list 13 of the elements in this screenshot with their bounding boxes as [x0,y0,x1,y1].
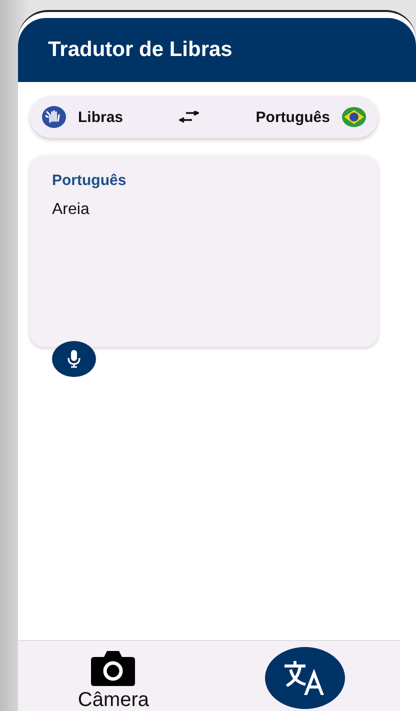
microphone-button[interactable] [52,341,96,377]
microphone-icon [67,350,81,368]
camera-icon [90,648,136,686]
camera-tab[interactable]: Câmera [68,642,160,711]
target-language[interactable]: Português [256,108,330,126]
translate-icon [284,661,326,695]
app-title: Tradutor de Libras [48,38,232,62]
hand-sign-icon [42,106,66,128]
flag-icon [342,107,366,127]
input-text[interactable]: Areia [52,201,90,219]
card-label: Português [52,172,126,189]
source-language[interactable]: Libras [78,108,124,126]
swap-icon[interactable] [179,111,200,123]
